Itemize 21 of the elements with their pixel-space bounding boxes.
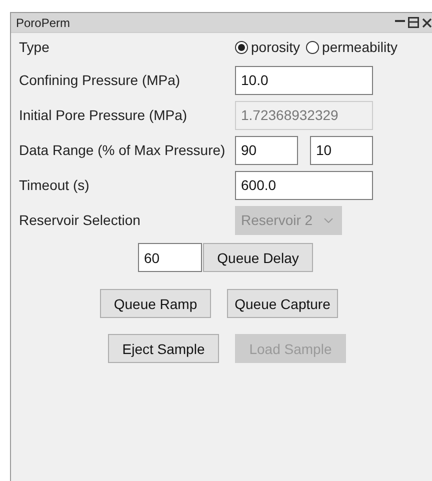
restore-icon[interactable] <box>408 17 419 28</box>
chevron-down-icon <box>324 218 333 222</box>
field-label: Data Range (% of Max Pressure) <box>19 142 226 158</box>
field-label: Type <box>19 39 50 55</box>
action-button[interactable]: Queue Capture <box>227 289 338 318</box>
input-field[interactable]: 60 <box>138 243 202 272</box>
field-label: Initial Pore Pressure (MPa) <box>19 107 188 123</box>
radio-option[interactable]: permeability <box>306 39 398 55</box>
field-label: Reservoir Selection <box>19 212 142 228</box>
input-field[interactable]: 90 <box>235 136 298 164</box>
radio-option[interactable]: porosity <box>235 39 300 55</box>
field-label: Confining Pressure (MPa) <box>19 72 182 88</box>
input-field[interactable]: 10 <box>310 136 373 164</box>
action-button[interactable]: Eject Sample <box>108 334 219 363</box>
input-field[interactable]: 600.0 <box>235 170 373 200</box>
input-field[interactable]: 10.0 <box>235 66 373 94</box>
queue-delay-button[interactable]: Queue Delay <box>203 243 313 272</box>
field-label: Timeout (s) <box>19 177 90 193</box>
close-icon[interactable] <box>422 18 432 28</box>
action-button[interactable]: Queue Ramp <box>100 289 211 318</box>
window-title: PoroPerm <box>16 16 70 30</box>
